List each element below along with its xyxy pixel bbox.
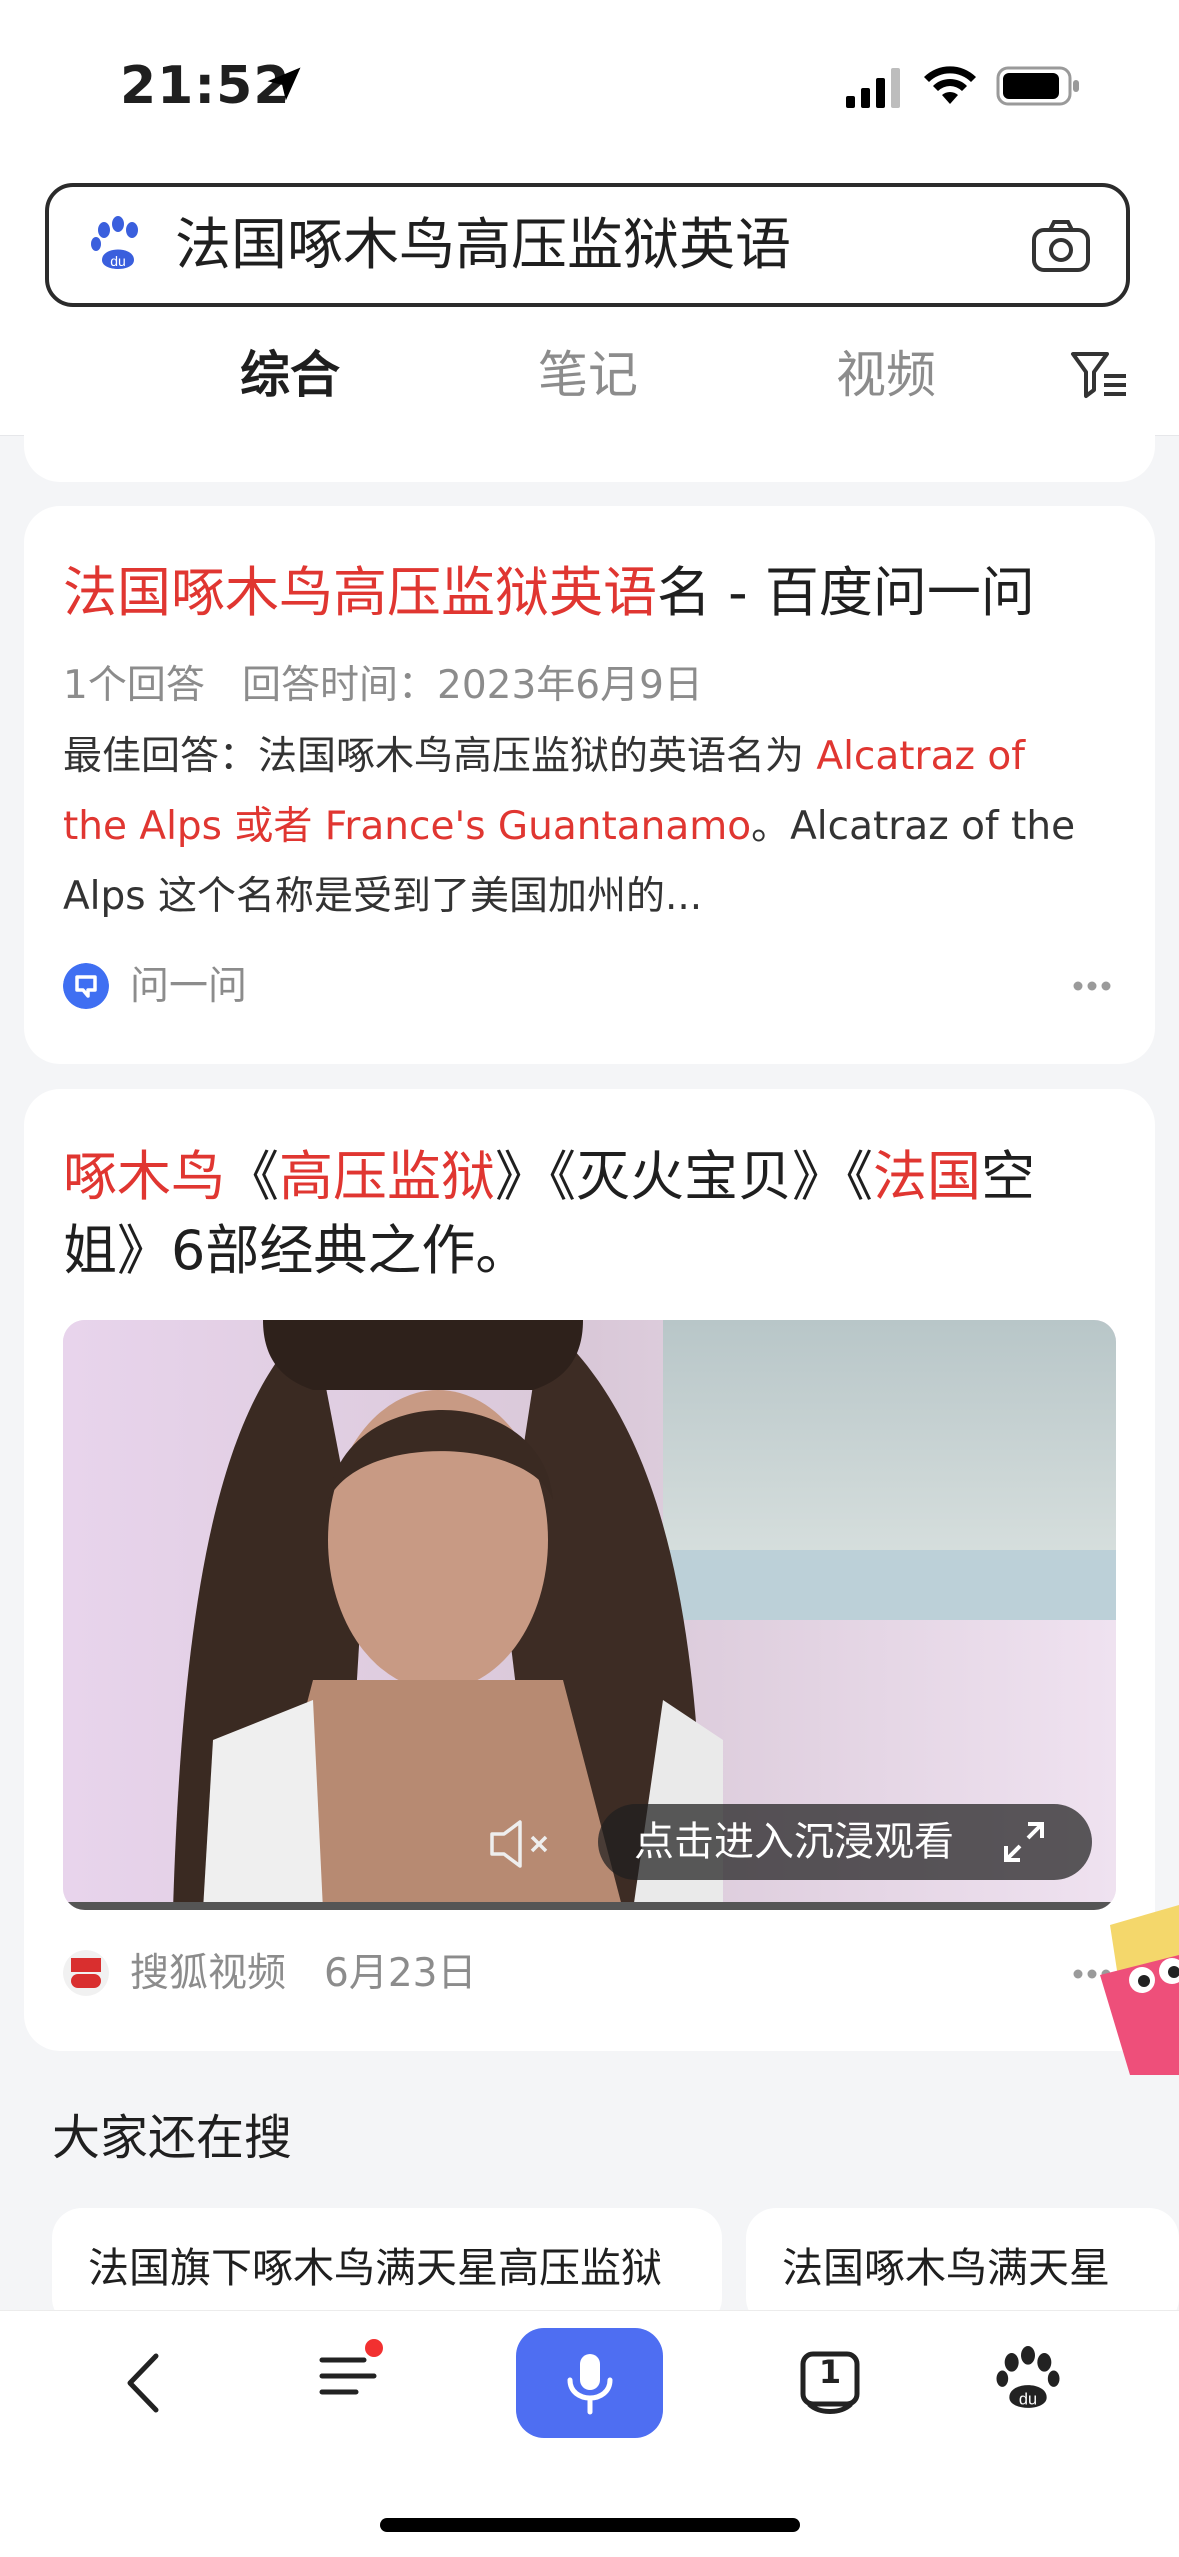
baidu-paw-icon: du [91, 216, 138, 269]
expand-icon [1004, 1822, 1044, 1862]
video-title-line2[interactable]: 姐》6部经典之作。 [63, 1214, 529, 1288]
snippet-prefix: 最佳回答：法国啄木鸟高压监狱的英语名为 [63, 734, 817, 779]
answer-time: 回答时间：2023年6月9日 [242, 663, 703, 708]
microphone-icon [567, 2354, 613, 2415]
title-seg-6: 空 [981, 1145, 1035, 1208]
source-name: 问一问 [130, 964, 248, 1009]
title-seg-1: 啄木鸟 [63, 1145, 225, 1208]
title-highlight: 法国啄木鸟高压监狱英语 [63, 561, 657, 624]
tab-comprehensive[interactable]: 综合 [240, 340, 340, 410]
title-seg-3: 高压监狱 [279, 1145, 495, 1208]
back-icon[interactable] [112, 2348, 182, 2418]
answer-snippet-line2: the Alps 或者 France's Guantanamo。Alcatraz… [63, 792, 1123, 862]
title-seg-4: 》《灭火宝贝》《 [495, 1145, 873, 1208]
menu-icon[interactable] [316, 2338, 386, 2408]
baidu-home-icon[interactable]: du [993, 2346, 1063, 2416]
sohu-video-logo-icon [63, 1950, 109, 1996]
related-searches-title: 大家还在搜 [52, 2110, 293, 2166]
answer-snippet-line1: 最佳回答：法国啄木鸟高压监狱的英语名为 Alcatraz of [63, 722, 1123, 792]
video-source-date: 6月23日 [324, 1951, 477, 1996]
snippet-highlight-2: the Alps 或者 France's Guantanamo [63, 804, 752, 849]
answer-snippet-line3: Alps 这个名称是受到了美国加州的... [63, 874, 703, 919]
video-source-name: 搜狐视频 [130, 1951, 287, 1996]
title-seg-5: 法国 [873, 1145, 981, 1208]
wenyiwen-logo-icon [63, 963, 109, 1009]
title-rest: 名 - 百度问一问 [657, 561, 1035, 624]
wifi-icon [924, 66, 976, 104]
search-input[interactable]: 法国啄木鸟高压监狱英语 [175, 210, 791, 282]
snippet-suffix: 。Alcatraz of the [751, 804, 1076, 849]
filter-icon[interactable] [1070, 350, 1128, 400]
video-title-line1[interactable]: 啄木鸟《高压监狱》《灭火宝贝》《法国空 [63, 1140, 1035, 1214]
tab-videos[interactable]: 视频 [836, 340, 936, 410]
home-indicator [380, 2518, 800, 2532]
svg-text:du: du [110, 253, 126, 269]
answer-count: 1个回答 [63, 663, 205, 708]
tabs-count: 1 [818, 2353, 842, 2391]
title-seg-2: 《 [225, 1145, 279, 1208]
muted-speaker-icon[interactable] [488, 1818, 554, 1870]
previous-result-card [24, 410, 1155, 482]
cellular-signal-icon [846, 68, 900, 108]
svg-text:du: du [1019, 2390, 1037, 2408]
floating-mascot-sticker[interactable] [1090, 1905, 1179, 2075]
immersive-view-label: 点击进入沉浸观看 [634, 1819, 954, 1865]
camera-icon[interactable] [1030, 216, 1092, 276]
tab-notes[interactable]: 笔记 [538, 340, 638, 410]
related-search-chip-1-label: 法国旗下啄木鸟满天星高压监狱 [88, 2244, 662, 2292]
related-search-chip-2-label: 法国啄木鸟满天星 [782, 2244, 1110, 2292]
result-title[interactable]: 法国啄木鸟高压监狱英语名 - 百度问一问 [63, 556, 1035, 630]
snippet-highlight-1: Alcatraz of [816, 734, 1025, 779]
location-arrow-icon [267, 67, 301, 101]
more-options-icon[interactable] [1072, 980, 1112, 992]
battery-icon [996, 66, 1079, 106]
